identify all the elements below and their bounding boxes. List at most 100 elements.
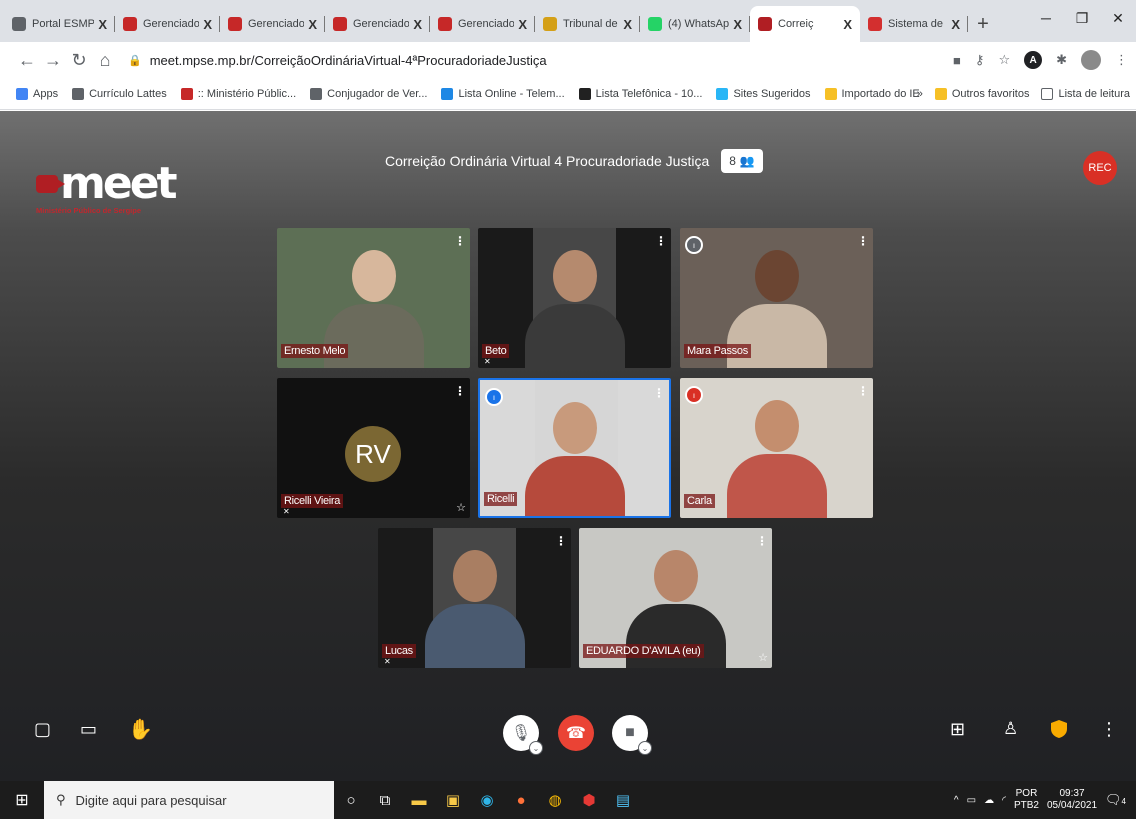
chrome-icon[interactable]: ◍ — [538, 781, 572, 819]
tab-close-icon[interactable]: X — [413, 17, 422, 32]
tab-close-icon[interactable]: X — [203, 17, 212, 32]
tile-more-icon[interactable]: ⋮ — [454, 234, 466, 248]
shield-app-icon[interactable]: ⬢ — [572, 781, 606, 819]
participant-tile[interactable]: ⋮ EDUARDO D'AVILA (eu) ☆ — [579, 528, 772, 668]
store-icon[interactable]: ▣ — [436, 781, 470, 819]
end-call-button[interactable]: ☎ — [558, 715, 594, 751]
clock[interactable]: 09:37 05/04/2021 — [1047, 788, 1097, 812]
chat-icon[interactable]: ▢ — [34, 719, 51, 740]
participant-tile[interactable]: RV ⋮ Ricelli Vieira ✕ ☆ — [277, 378, 470, 518]
back-icon[interactable]: ← — [14, 50, 40, 71]
camera-button[interactable]: ■ ⌄ — [612, 715, 652, 755]
puzzle-extensions-icon[interactable]: ✱ — [1056, 52, 1067, 68]
tab-1[interactable]: Gerenciado X — [115, 6, 220, 42]
participants-button[interactable]: 8 👥 — [721, 149, 763, 173]
more-options-icon[interactable]: ⋮ — [1100, 719, 1118, 740]
bookmarks-overflow-icon[interactable]: » — [917, 88, 923, 100]
minimize-button[interactable]: ─ — [1028, 0, 1064, 36]
participant-tile[interactable]: ⋮ Beto ✕ — [478, 228, 671, 368]
battery-icon[interactable]: ▭ — [967, 795, 976, 806]
notifications-icon[interactable]: 🗨4 — [1105, 792, 1126, 808]
camera-permission-icon[interactable]: ■ — [953, 53, 961, 68]
participant-tile[interactable]: ⋮ ı Mara Passos — [680, 228, 873, 368]
bookmark-5[interactable]: Lista Telefônica - 10... — [578, 87, 702, 100]
taskbar-search[interactable]: ⚲ Digite aqui para pesquisar — [44, 781, 334, 819]
windows-start-icon[interactable]: ⊞ — [0, 781, 44, 819]
tile-more-icon[interactable]: ⋮ — [756, 534, 768, 548]
tile-more-icon[interactable]: ⋮ — [454, 384, 466, 398]
bookmark-icon — [72, 87, 85, 100]
close-window-button[interactable]: ✕ — [1100, 0, 1136, 36]
pin-star-icon[interactable]: ☆ — [758, 651, 768, 664]
extension-icon[interactable]: A — [1024, 51, 1043, 69]
bookmark-3[interactable]: Conjugador de Ver... — [310, 87, 427, 100]
microphone-button[interactable]: 🎙 ⌄ — [503, 715, 543, 755]
chrome-menu-icon[interactable]: ⋮ — [1115, 52, 1128, 68]
reload-icon[interactable]: ↻ — [66, 50, 92, 71]
key-icon[interactable]: ⚷ — [975, 52, 985, 68]
participant-video — [524, 250, 625, 368]
present-screen-icon[interactable]: ▭ — [80, 719, 97, 740]
security-shield-icon[interactable] — [1050, 719, 1068, 739]
profile-avatar[interactable] — [1081, 50, 1101, 70]
cortana-icon[interactable]: ○ — [334, 781, 368, 819]
tile-more-icon[interactable]: ⋮ — [857, 384, 869, 398]
tab-5[interactable]: Tribunal de X — [535, 6, 640, 42]
participant-count: 8 — [729, 154, 736, 168]
pin-star-icon[interactable]: ☆ — [456, 501, 466, 514]
forward-icon[interactable]: → — [40, 50, 66, 71]
bookmark-4[interactable]: Lista Online - Telem... — [441, 87, 565, 100]
tab-close-icon[interactable]: X — [98, 17, 107, 32]
tab-close-icon[interactable]: X — [951, 17, 960, 32]
wifi-icon[interactable]: ◜ — [1002, 795, 1006, 806]
tile-more-icon[interactable]: ⋮ — [655, 234, 667, 248]
tab-0[interactable]: Portal ESMP X — [4, 6, 115, 42]
firefox-icon[interactable]: ● — [504, 781, 538, 819]
tab-8[interactable]: Sistema de X — [860, 6, 968, 42]
tab-close-icon[interactable]: X — [733, 17, 742, 32]
raise-hand-icon[interactable]: ✋ — [128, 717, 153, 742]
tab-close-icon[interactable]: X — [308, 17, 317, 32]
tile-more-icon[interactable]: ⋮ — [653, 386, 665, 400]
tile-layout-icon[interactable]: ⊞ — [950, 719, 965, 740]
mic-options-icon[interactable]: ⌄ — [529, 741, 543, 755]
bookmark-2[interactable]: :: Ministério Públic... — [180, 87, 296, 100]
reading-list[interactable]: Lista de leitura — [1041, 87, 1130, 100]
participants-icon[interactable]: ♙ — [1003, 719, 1018, 739]
tab-close-icon[interactable]: X — [623, 17, 632, 32]
tile-more-icon[interactable]: ⋮ — [555, 534, 567, 548]
lock-icon[interactable]: 🔒 — [128, 54, 142, 67]
file-explorer-icon[interactable]: ▬ — [402, 781, 436, 819]
tab-title: Gerenciado — [353, 18, 410, 30]
edge-icon[interactable]: ◉ — [470, 781, 504, 819]
tab-close-icon[interactable]: X — [843, 17, 852, 32]
tile-more-icon[interactable]: ⋮ — [857, 234, 869, 248]
new-tab-button[interactable]: + — [968, 6, 998, 42]
participant-tile[interactable]: ⋮ ı Carla — [680, 378, 873, 518]
language-indicator[interactable]: POR PTB2 — [1014, 788, 1039, 812]
cloud-icon[interactable]: ☁ — [984, 795, 994, 806]
tab-4[interactable]: Gerenciado X — [430, 6, 535, 42]
restore-button[interactable]: ❐ — [1064, 0, 1100, 36]
participant-tile[interactable]: ⋮ ı Ricelli — [478, 378, 671, 518]
bookmark-1[interactable]: Currículo Lattes — [72, 87, 167, 100]
star-bookmark-icon[interactable]: ☆ — [998, 52, 1010, 68]
camera-options-icon[interactable]: ⌄ — [638, 741, 652, 755]
tab-7[interactable]: Correiç X — [750, 6, 860, 42]
participant-tile[interactable]: ⋮ Lucas ✕ — [378, 528, 571, 668]
participant-video — [524, 402, 625, 516]
tab-2[interactable]: Gerenciado X — [220, 6, 325, 42]
tab-6[interactable]: (4) WhatsAp X — [640, 6, 750, 42]
bookmark-0[interactable]: Apps — [16, 87, 58, 100]
bookmark-7[interactable]: Importado do IE — [824, 87, 920, 100]
bookmark-6[interactable]: Sites Sugeridos — [716, 87, 811, 100]
home-icon[interactable]: ⌂ — [92, 50, 118, 71]
task-view-icon[interactable]: ⧉ — [368, 781, 402, 819]
tab-3[interactable]: Gerenciado X — [325, 6, 430, 42]
other-bookmarks[interactable]: Outros favoritos — [934, 87, 1029, 100]
address-bar[interactable]: 🔒 meet.mpse.mp.br/CorreiçãoOrdináriaVirt… — [128, 46, 958, 74]
document-app-icon[interactable]: ▤ — [606, 781, 640, 819]
tray-overflow-icon[interactable]: ^ — [954, 795, 959, 806]
participant-tile[interactable]: ⋮ Ernesto Melo — [277, 228, 470, 368]
tab-close-icon[interactable]: X — [518, 17, 527, 32]
